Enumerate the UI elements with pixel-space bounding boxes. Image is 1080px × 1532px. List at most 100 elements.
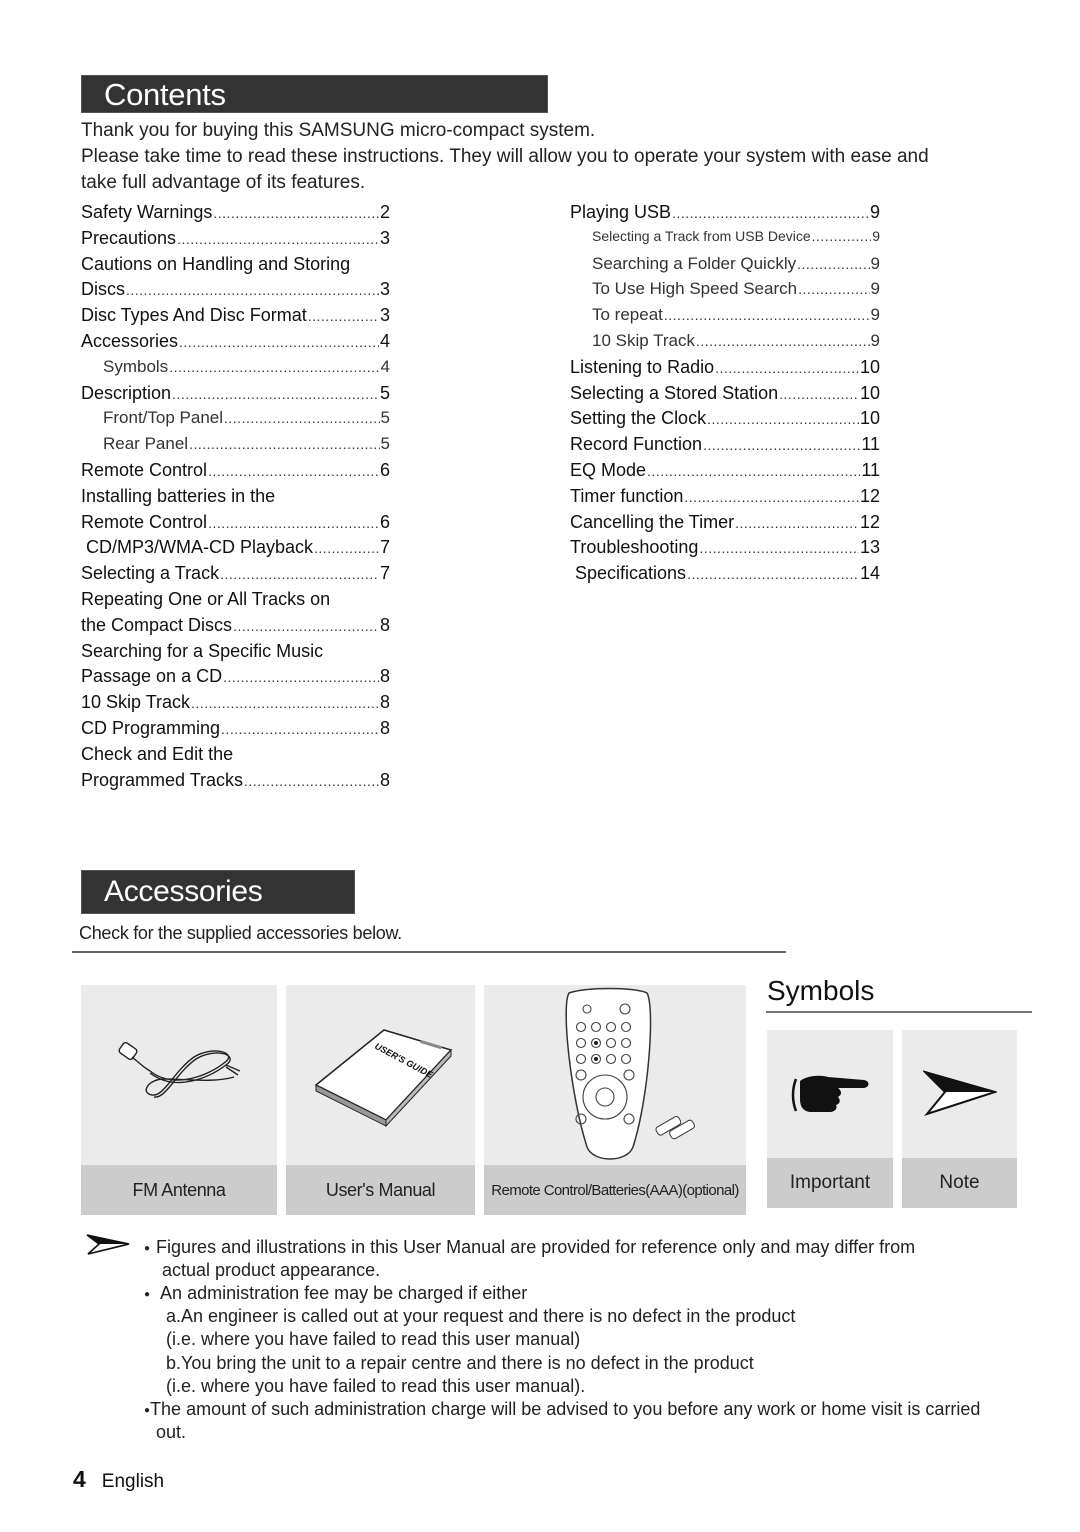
toc-right-column: Playing USB9Selecting a Track from USB D…	[570, 202, 880, 589]
note-bullet-amount: ●The amount of such administration charg…	[144, 1399, 981, 1419]
toc-entry: Searching for a Specific Music	[81, 641, 390, 667]
note-continuation: actual product appearance.	[162, 1260, 381, 1280]
toc-entry-page: 3	[379, 227, 390, 248]
toc-entry-label: Disc Types And Disc Format	[81, 305, 307, 326]
toc-dot-leader	[224, 408, 380, 428]
fm-antenna-icon	[118, 1041, 241, 1098]
toc-dot-leader	[699, 537, 859, 558]
toc-entry-page: 11	[861, 434, 880, 455]
toc-entry: Selecting a Track 7	[81, 563, 390, 589]
toc-entry-label: Precautions	[81, 227, 177, 248]
toc-dot-leader	[684, 486, 859, 507]
toc-entry: Accessories 4	[81, 331, 390, 357]
toc-entry-page: 4	[380, 356, 390, 376]
toc-entry-label: Selecting a Track from USB Device	[592, 227, 811, 244]
toc-entry: Programmed Tracks 8	[81, 770, 390, 796]
toc-entry-page: 12	[859, 485, 880, 506]
toc-entry-label: Cautions on Handling and Storing	[81, 253, 351, 274]
toc-entry: Specifications 14	[570, 563, 880, 589]
toc-entry-page: 9	[869, 202, 880, 222]
toc-entry: Rear Panel 5	[81, 434, 390, 460]
toc-entry: Listening to Radio 10	[570, 357, 880, 383]
accessory-caption: FM Antenna	[81, 1165, 277, 1215]
toc-entry-label: To repeat	[592, 305, 663, 325]
symbol-card-important: Important	[767, 1030, 893, 1208]
toc-entry-page: 4	[379, 330, 390, 351]
toc-entry-page: 9	[870, 305, 880, 325]
toc-entry-label: 10 Skip Track	[592, 330, 695, 350]
toc-entry-page: 9	[870, 253, 880, 273]
toc-entry: Safety Warnings 2	[81, 202, 390, 228]
toc-entry-label: Listening to Radio	[570, 356, 715, 377]
intro-line: Thank you for buying this SAMSUNG micro-…	[81, 120, 596, 141]
toc-entry-page: 12	[859, 511, 880, 532]
toc-entry-page: 9	[870, 279, 880, 299]
toc-entry: Repeating One or All Tracks on	[81, 589, 390, 615]
toc-entry: CD Programming 8	[81, 718, 390, 744]
users-manual-icon: USER'S GUIDE	[314, 1029, 452, 1128]
toc-entry-page: 9	[870, 330, 880, 350]
symbol-caption: Note	[902, 1158, 1017, 1208]
toc-entry-label: Repeating One or All Tracks on	[81, 588, 331, 609]
toc-entry: EQ Mode 11	[570, 460, 880, 486]
accessories-title: Accessories	[104, 875, 263, 908]
toc-dot-leader	[126, 279, 379, 300]
toc-entry-label: Programmed Tracks	[81, 769, 244, 790]
toc-entry-page: 11	[861, 459, 880, 480]
toc-dot-leader	[703, 434, 860, 455]
toc-dot-leader	[779, 383, 859, 404]
toc-entry-page: 2	[379, 202, 390, 222]
toc-entry-page: 5	[379, 382, 390, 403]
toc-entry-label: Remote Control	[81, 511, 208, 532]
toc-entry-label: 10 Skip Track	[81, 692, 191, 713]
toc-entry-page: 8	[379, 717, 390, 738]
toc-dot-leader	[233, 615, 379, 636]
toc-entry: Front/Top Panel 5	[81, 408, 390, 434]
toc-dot-leader	[308, 305, 379, 326]
accessory-caption: Remote Control/Batteries(AAA)(optional)	[484, 1165, 746, 1215]
toc-entry-label: CD Programming	[81, 717, 221, 738]
toc-entry-page: 10	[859, 356, 880, 377]
pointing-hand-icon	[791, 1075, 869, 1112]
toc-entry: Disc Types And Disc Format 3	[81, 305, 390, 331]
note-item-a: a.An engineer is called out at your requ…	[166, 1306, 796, 1326]
toc-dot-leader	[244, 770, 379, 791]
symbol-caption: Important	[767, 1158, 893, 1208]
toc-entry-label: the Compact Discs	[81, 614, 233, 635]
toc-entry-label: Rear Panel	[103, 434, 189, 454]
toc-dot-leader	[707, 408, 859, 429]
toc-entry: Passage on a CD 8	[81, 666, 390, 692]
toc-entry: To repeat 9	[570, 305, 880, 331]
note-item-a-detail: (i.e. where you have failed to read this…	[166, 1329, 581, 1349]
toc-entry-page: 5	[380, 434, 390, 454]
toc-entry-page: 9	[872, 227, 880, 244]
toc-entry-label: Discs	[81, 279, 125, 300]
toc-entry-label: Setting the Clock	[570, 408, 707, 429]
note-text: An administration fee may be charged if …	[160, 1283, 528, 1303]
toc-entry-label: Passage on a CD	[81, 666, 223, 687]
toc-entry: Installing batteries in the	[81, 486, 390, 512]
accessory-card-remote-control: Remote Control/Batteries(AAA)(optional)	[484, 985, 746, 1215]
toc-dot-leader	[220, 563, 379, 584]
toc-entry: 10 Skip Track 8	[81, 692, 390, 718]
toc-entry-label: Selecting a Track	[81, 563, 220, 584]
toc-entry-label: Description	[81, 382, 172, 403]
toc-entry: Cancelling the Timer 12	[570, 512, 880, 538]
accessory-caption: User's Manual	[286, 1165, 475, 1215]
contents-heading: Contents	[81, 75, 548, 113]
toc-entry-page: 8	[379, 666, 390, 687]
note-item-b-detail: (i.e. where you have failed to read this…	[166, 1376, 586, 1396]
toc-dot-leader	[208, 460, 379, 481]
note-item-b: b.You bring the unit to a repair centre …	[166, 1353, 754, 1373]
toc-dot-leader	[812, 228, 872, 244]
toc-entry-label: Searching a Folder Quickly	[592, 253, 797, 273]
toc-dot-leader	[687, 563, 859, 584]
contents-title: Contents	[104, 76, 226, 112]
toc-entry: Searching a Folder Quickly 9	[570, 254, 880, 280]
toc-entry: Remote Control 6	[81, 512, 390, 538]
toc-entry-label: Accessories	[81, 330, 179, 351]
toc-entry: Selecting a Track from USB Device 9	[570, 228, 880, 254]
toc-entry-label: Timer function	[570, 485, 684, 506]
symbols-divider	[766, 1011, 1032, 1013]
toc-entry: Check and Edit the	[81, 744, 390, 770]
